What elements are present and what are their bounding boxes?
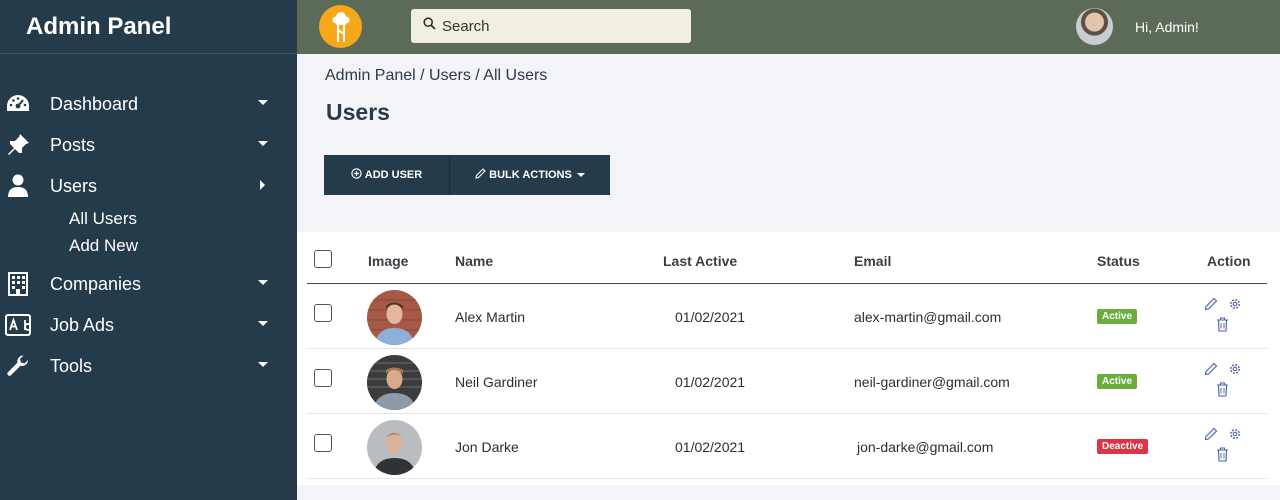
sidebar-item-label: Dashboard [50, 94, 139, 114]
sidebar-item-label: Tools [50, 356, 93, 376]
sidebar-item-label: Companies [50, 274, 142, 294]
user-name: Alex Martin [455, 309, 526, 325]
ad-icon [5, 313, 31, 337]
user-icon [5, 174, 31, 198]
sidebar-item-tools[interactable]: Tools [0, 346, 297, 387]
logo-icon[interactable] [319, 5, 362, 48]
sidebar-item-job-ads[interactable]: Job Ads [0, 305, 297, 346]
table-row: Jon Darke 01/02/2021 jon-darke@gmail.com… [307, 414, 1267, 479]
sidebar-item-label: Job Ads [50, 315, 115, 335]
footer-strip [297, 485, 1280, 500]
sidebar-item-companies[interactable]: Companies [0, 264, 297, 305]
user-last-active: 01/02/2021 [675, 439, 746, 455]
select-all-checkbox[interactable] [314, 250, 332, 268]
edit-icon[interactable] [1204, 297, 1218, 316]
gear-icon[interactable] [1228, 297, 1242, 316]
submenu-item-add-new[interactable]: Add New [69, 232, 297, 259]
column-header-image: Image [368, 253, 409, 269]
row-checkbox[interactable] [314, 304, 332, 322]
page-title: Users [326, 99, 390, 125]
status-badge: Active [1097, 309, 1138, 324]
sidebar-item-users[interactable]: Users [0, 166, 297, 207]
user-name: Jon Darke [455, 439, 519, 455]
column-header-last-active: Last Active [663, 253, 738, 269]
avatar [367, 290, 422, 345]
submenu-item-all-users[interactable]: All Users [69, 205, 297, 232]
sidebar-item-label: Users [50, 176, 98, 196]
sidebar-item-dashboard[interactable]: Dashboard [0, 84, 297, 125]
pin-icon [5, 133, 31, 157]
column-header-email: Email [854, 253, 892, 269]
status-badge: Deactive [1097, 439, 1149, 454]
status-badge: Active [1097, 374, 1138, 389]
chevron-down-icon [258, 141, 268, 146]
avatar [367, 355, 422, 410]
user-name: Neil Gardiner [455, 374, 538, 390]
chevron-down-icon [258, 280, 268, 285]
column-header-status: Status [1097, 253, 1140, 269]
wrench-icon [5, 354, 31, 378]
bulk-actions-button[interactable]: BULK ACTIONS [449, 155, 610, 195]
building-icon [5, 272, 31, 296]
row-checkbox[interactable] [314, 369, 332, 387]
search-icon [423, 17, 436, 35]
add-user-button[interactable]: ADD USER [324, 155, 449, 195]
chevron-down-icon [258, 321, 268, 326]
table-row: Alex Martin 01/02/2021 alex-martin@gmail… [307, 284, 1267, 349]
trash-icon[interactable] [1216, 382, 1229, 402]
user-email: alex-martin@gmail.com [854, 309, 1002, 325]
user-last-active: 01/02/2021 [675, 309, 746, 325]
avatar [367, 420, 422, 475]
top-bar: Hi, Admin! [297, 0, 1280, 54]
sidebar: Admin Panel Dashboard Posts Users All Us… [0, 0, 297, 500]
user-greeting[interactable]: Hi, Admin! [1135, 19, 1199, 35]
gear-icon[interactable] [1228, 427, 1242, 446]
dashboard-icon [5, 92, 31, 116]
brand-title: Admin Panel [0, 0, 297, 54]
column-header-name: Name [455, 253, 494, 269]
gear-icon[interactable] [1228, 362, 1242, 381]
add-user-label: ADD USER [364, 169, 423, 181]
chevron-down-icon [576, 173, 585, 177]
chevron-right-icon [260, 180, 265, 190]
edit-icon[interactable] [1204, 362, 1218, 381]
table-header: Image Name Last Active Email Status Acti… [307, 232, 1267, 284]
user-email: jon-darke@gmail.com [857, 439, 994, 455]
trash-icon[interactable] [1216, 447, 1229, 467]
row-checkbox[interactable] [314, 434, 332, 452]
users-table: Image Name Last Active Email Status Acti… [297, 232, 1280, 485]
trash-icon[interactable] [1216, 317, 1229, 337]
sidebar-menu: Dashboard Posts Users All Users Add New [0, 84, 297, 387]
pencil-icon [475, 168, 486, 182]
sidebar-item-label: Posts [50, 135, 96, 155]
action-bar: ADD USER BULK ACTIONS [324, 155, 610, 195]
chevron-down-icon [258, 100, 268, 105]
chevron-down-icon [258, 362, 268, 367]
table-row: Neil Gardiner 01/02/2021 neil-gardiner@g… [307, 349, 1267, 414]
avatar[interactable] [1076, 8, 1113, 45]
sidebar-item-posts[interactable]: Posts [0, 125, 297, 166]
column-header-action: Action [1207, 253, 1251, 269]
main-content: Admin Panel / Users / All Users Users AD… [297, 54, 1280, 500]
plus-circle-icon [351, 168, 362, 182]
user-email: neil-gardiner@gmail.com [854, 374, 1010, 390]
search-box[interactable] [411, 9, 691, 43]
users-submenu: All Users Add New [0, 205, 297, 259]
search-input[interactable] [442, 17, 682, 35]
edit-icon[interactable] [1204, 427, 1218, 446]
breadcrumb: Admin Panel / Users / All Users [325, 67, 548, 84]
user-last-active: 01/02/2021 [675, 374, 746, 390]
bulk-actions-label: BULK ACTIONS [489, 169, 572, 181]
